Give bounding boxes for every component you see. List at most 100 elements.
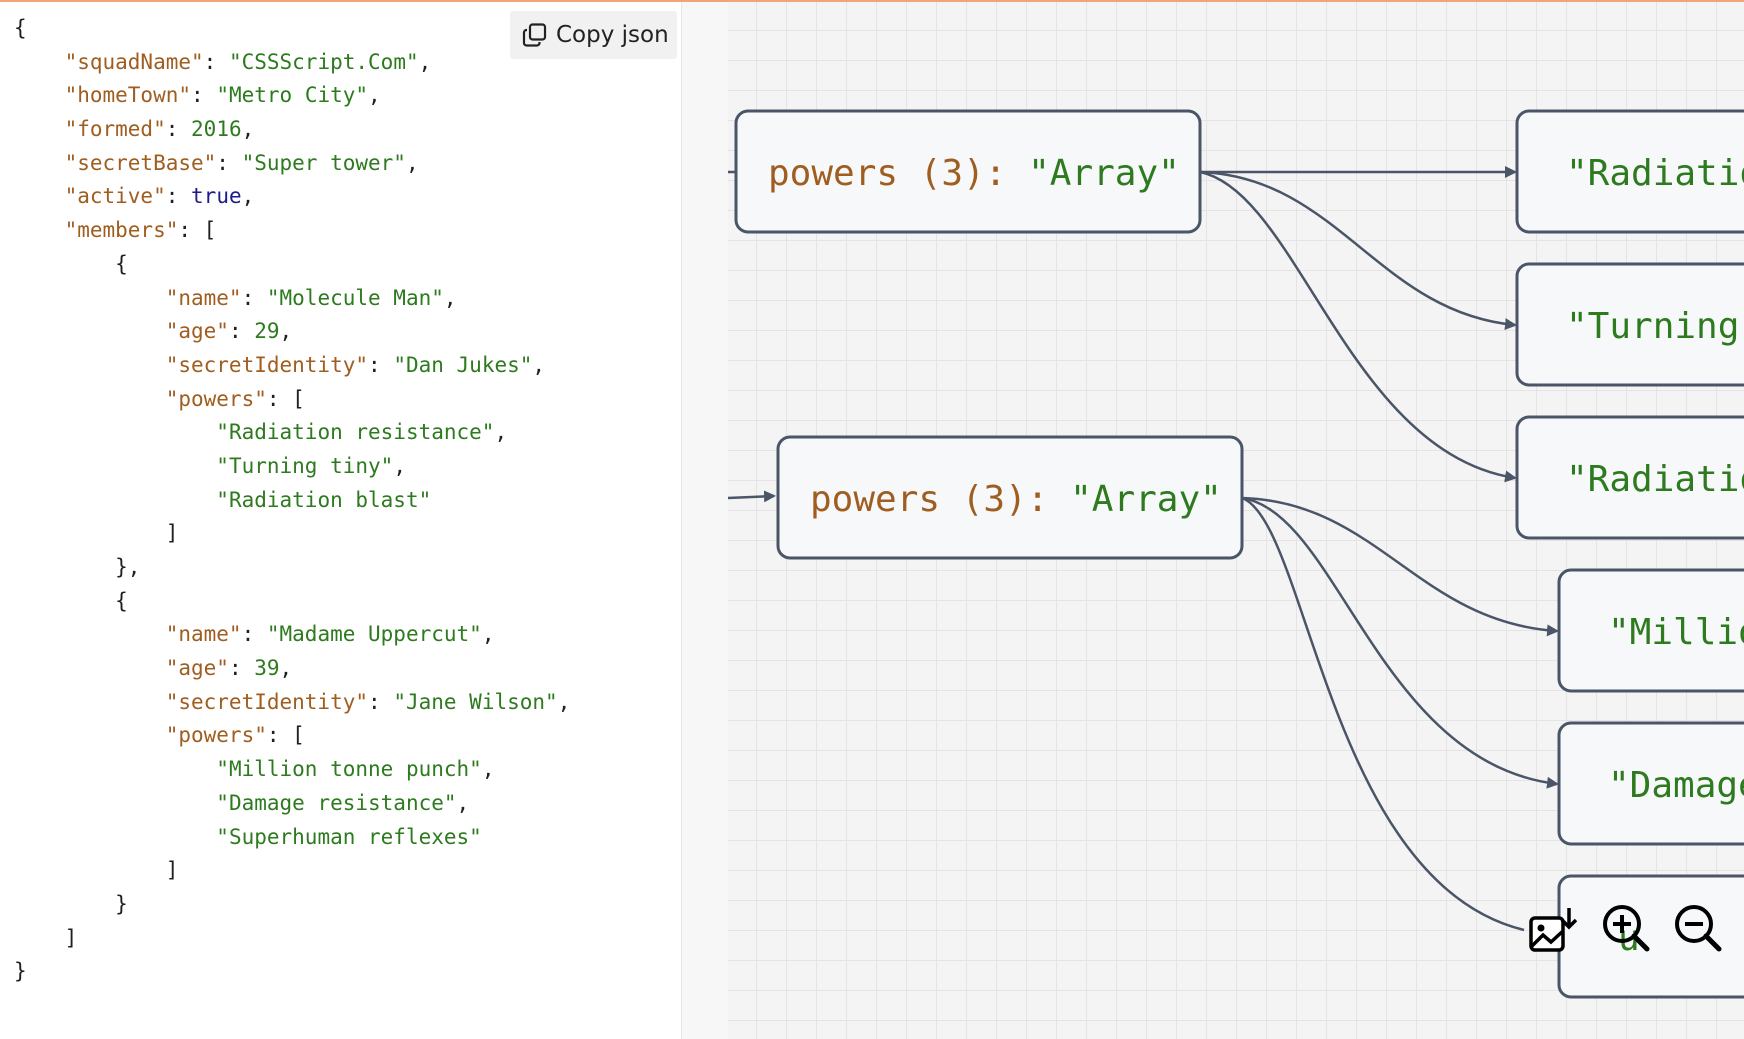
node-key: powers (3): <box>810 479 1070 520</box>
code-line: "Radiation blast" <box>14 484 570 518</box>
svg-text:powers (3): "Array": powers (3): "Array" <box>768 153 1180 194</box>
download-image-icon <box>1529 908 1578 952</box>
json-punctuation: }, <box>14 555 141 579</box>
zoom-out-button[interactable] <box>1670 900 1726 956</box>
json-string-value: "Dan Jukes" <box>393 352 533 377</box>
json-punctuation: : [ <box>266 386 305 411</box>
json-key: "secretBase" <box>64 150 217 175</box>
code-line: "name": "Molecule Man", <box>14 282 570 316</box>
edge-p2-c4 <box>1241 496 1559 637</box>
json-punctuation: , <box>418 49 432 74</box>
code-line: } <box>14 955 570 989</box>
value-node-million-tonne-punch[interactable]: "Millio <box>1557 568 1744 693</box>
node-value: "Turning <box>1566 306 1739 347</box>
json-punctuation: : <box>241 285 267 310</box>
value-node-turning-tiny[interactable]: "Turning <box>1515 262 1744 387</box>
value-node-damage-resistance[interactable]: "Damage <box>1557 721 1744 846</box>
json-punctuation: } <box>14 959 27 984</box>
json-punctuation <box>14 656 166 680</box>
panel-divider[interactable] <box>682 2 728 1039</box>
json-string-value: "Damage resistance" <box>216 790 457 815</box>
json-punctuation: , <box>405 150 419 175</box>
download-image-button[interactable] <box>1525 904 1581 960</box>
json-punctuation <box>14 218 65 242</box>
json-punctuation: : [ <box>178 218 217 243</box>
json-string-value: "Turning tiny" <box>216 453 394 478</box>
json-punctuation: : <box>203 49 229 74</box>
code-line: "secretIdentity": "Jane Wilson", <box>14 686 571 720</box>
code-line: "members": [ <box>14 214 570 248</box>
json-string-value: "Metro City" <box>216 83 369 108</box>
json-string-value: "Jane Wilson" <box>393 689 558 714</box>
json-punctuation <box>14 690 166 714</box>
json-key: "powers" <box>165 723 267 748</box>
node-value: "Radiatio <box>1566 459 1744 500</box>
json-punctuation <box>14 387 166 411</box>
value-node-radiation-blast[interactable]: "Radiatio <box>1515 415 1744 540</box>
json-punctuation <box>14 83 65 107</box>
code-line: ] <box>14 517 570 551</box>
json-punctuation: , <box>443 285 457 310</box>
node-value: "Damage <box>1608 765 1744 806</box>
node-value: "Radiatio <box>1566 153 1744 194</box>
json-punctuation: , <box>456 790 470 815</box>
json-punctuation: } <box>14 891 128 916</box>
value-node-radiation-resistance[interactable]: "Radiatio <box>1515 109 1744 234</box>
json-punctuation: , <box>279 319 293 344</box>
json-punctuation <box>14 319 166 343</box>
json-key: "age" <box>165 656 229 681</box>
json-punctuation: , <box>241 117 255 142</box>
json-punctuation: { <box>14 588 128 613</box>
json-punctuation <box>14 286 166 310</box>
json-punctuation: , <box>557 689 571 714</box>
code-line: "powers": [ <box>14 719 570 753</box>
zoom-in-button[interactable] <box>1598 900 1654 956</box>
graph-canvas[interactable]: powers (3): "Array" powers (3): "Array" … <box>728 2 1744 1039</box>
json-punctuation: { <box>14 16 27 40</box>
json-code-view[interactable]: { "squadName": "CSSScript.Com", "homeTow… <box>14 12 570 989</box>
node-value: "Array" <box>1028 153 1180 194</box>
json-key: "members" <box>64 218 179 243</box>
json-code-panel[interactable]: { "squadName": "CSSScript.Com", "homeTow… <box>0 2 682 1039</box>
json-punctuation: { <box>14 251 128 276</box>
json-visualizer-app: { "squadName": "CSSScript.Com", "homeTow… <box>0 0 1744 1039</box>
json-punctuation: , <box>241 184 255 209</box>
zoom-in-icon <box>1603 905 1650 952</box>
array-node-powers-2[interactable]: powers (3): "Array" <box>776 435 1244 560</box>
json-string-value: "Million tonne punch" <box>216 757 482 782</box>
code-line: { <box>14 585 570 619</box>
json-key: "powers" <box>165 386 267 411</box>
json-punctuation: , <box>393 453 406 478</box>
json-punctuation: : <box>228 656 255 681</box>
json-punctuation <box>14 117 65 141</box>
json-key: "name" <box>165 285 242 310</box>
json-key: "active" <box>64 184 166 209</box>
json-punctuation <box>14 353 166 377</box>
json-punctuation <box>14 151 65 175</box>
json-string-value: "Superhuman reflexes" <box>216 824 482 849</box>
code-line: "name": "Madame Uppercut", <box>14 618 570 652</box>
edge-p2-c6 <box>1241 496 1525 932</box>
json-punctuation <box>14 184 65 208</box>
json-punctuation: , <box>368 83 381 108</box>
json-punctuation <box>14 488 216 512</box>
json-key: "squadName" <box>64 49 204 74</box>
graph-svg[interactable]: powers (3): "Array" powers (3): "Array" … <box>728 2 1744 1039</box>
json-string-value: "Radiation blast" <box>216 487 432 512</box>
json-punctuation: , <box>532 352 546 377</box>
json-key: "homeTown" <box>64 83 192 108</box>
json-punctuation: , <box>481 757 495 782</box>
code-line: { <box>14 12 570 46</box>
json-key: "secretIdentity" <box>165 352 369 377</box>
json-punctuation: , <box>279 656 293 681</box>
code-line: "formed": 2016, <box>14 113 570 147</box>
json-punctuation: : <box>216 150 242 175</box>
array-node-powers-1[interactable]: powers (3): "Array" <box>734 109 1202 234</box>
copy-json-button[interactable]: Copy json <box>510 11 677 59</box>
json-punctuation <box>14 757 216 781</box>
code-line: "Superhuman reflexes" <box>14 821 570 855</box>
json-punctuation: : <box>228 319 255 344</box>
code-line: "secretBase": "Super tower", <box>14 147 570 181</box>
code-line: "powers": [ <box>14 383 570 417</box>
json-punctuation <box>14 454 216 478</box>
